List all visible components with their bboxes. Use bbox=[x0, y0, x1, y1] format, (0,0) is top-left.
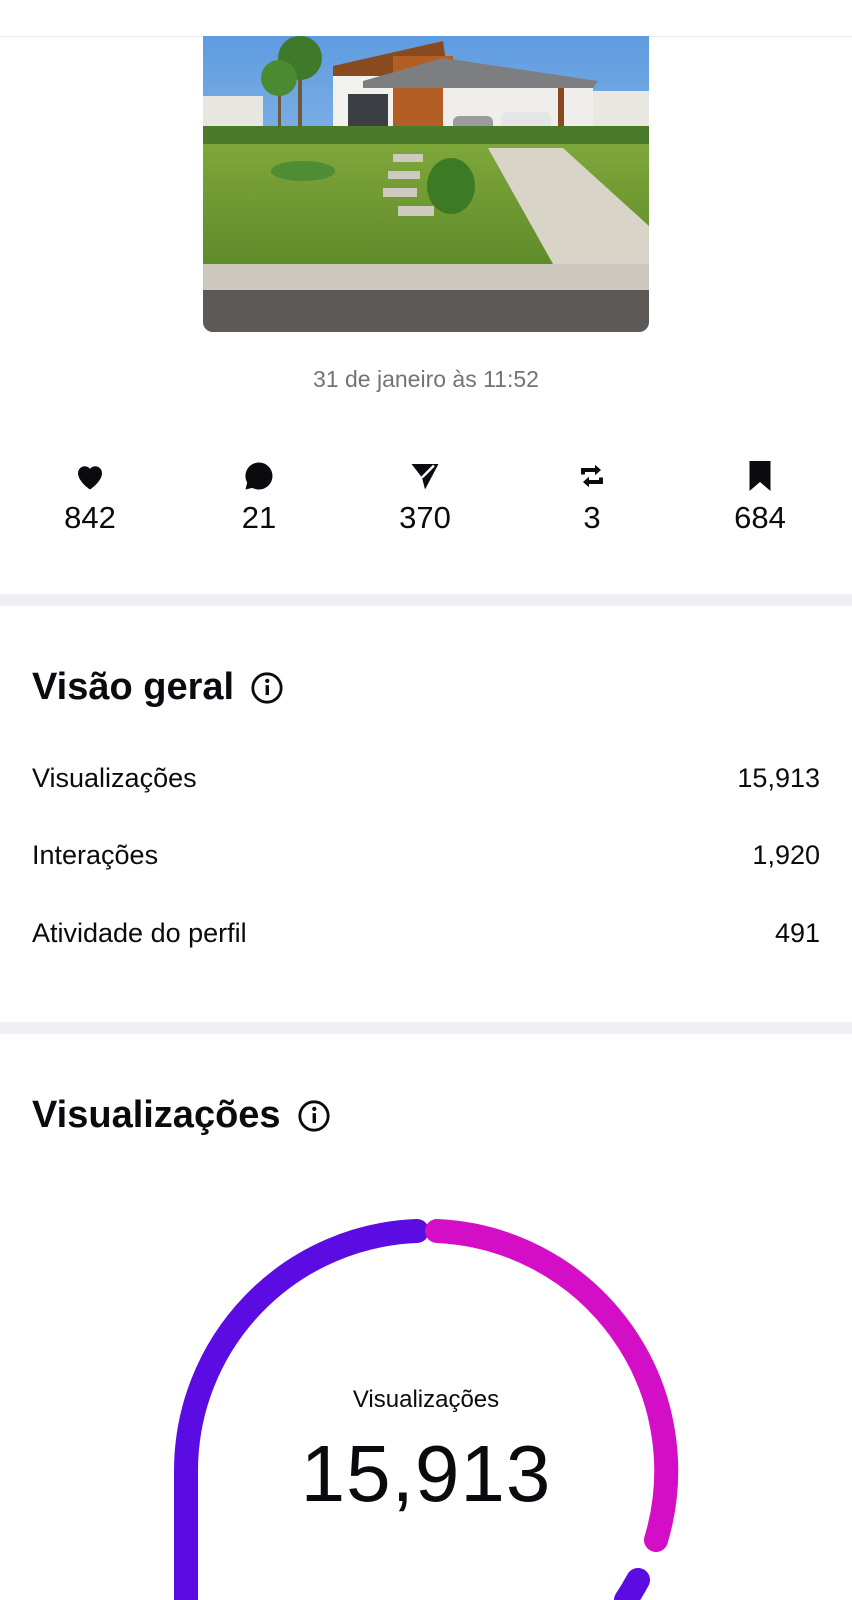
reposts-stat[interactable]: 3 bbox=[527, 458, 657, 536]
overview-section-title: Visão geral bbox=[32, 666, 284, 709]
likes-count: 842 bbox=[64, 500, 116, 535]
overview-row-interactions[interactable]: Interações 1,920 bbox=[32, 840, 820, 871]
overview-row-profile-activity[interactable]: Atividade do perfil 491 bbox=[32, 918, 820, 949]
overview-title: Visão geral bbox=[32, 666, 235, 708]
info-icon[interactable] bbox=[250, 671, 284, 705]
heart-icon bbox=[78, 466, 102, 490]
saves-count: 684 bbox=[734, 500, 786, 535]
repost-icon bbox=[581, 464, 603, 488]
shares-stat[interactable]: 370 bbox=[360, 458, 490, 536]
donut-segment-primary bbox=[174, 1219, 429, 1600]
donut-center-value: 15,913 bbox=[300, 1429, 552, 1518]
bookmark-icon bbox=[749, 461, 771, 491]
post-timestamp: 31 de janeiro às 11:52 bbox=[313, 366, 539, 392]
overview-row-label: Atividade do perfil bbox=[32, 918, 247, 948]
overview-row-value: 15,913 bbox=[737, 763, 820, 793]
overview-row-label: Visualizações bbox=[32, 763, 197, 793]
overview-row-value: 491 bbox=[774, 918, 820, 948]
section-divider bbox=[0, 1022, 852, 1034]
comment-icon bbox=[245, 462, 273, 490]
overview-row-label: Interações bbox=[32, 840, 159, 870]
donut-center-label: Visualizações bbox=[352, 1386, 500, 1413]
info-icon[interactable] bbox=[297, 1099, 331, 1133]
likes-stat[interactable]: 842 bbox=[25, 458, 155, 536]
engagement-stats: 842 21 370 3 684 bbox=[0, 458, 852, 548]
overview-row-value: 1,920 bbox=[752, 840, 820, 870]
top-bar bbox=[0, 0, 852, 37]
views-title: Visualizações bbox=[32, 1094, 281, 1136]
views-section-title: Visualizações bbox=[32, 1094, 331, 1137]
saves-stat[interactable]: 684 bbox=[695, 458, 825, 536]
share-icon bbox=[411, 464, 439, 490]
shares-count: 370 bbox=[399, 500, 451, 535]
comments-count: 21 bbox=[241, 500, 277, 535]
post-image[interactable] bbox=[203, 36, 649, 332]
comments-stat[interactable]: 21 bbox=[194, 458, 324, 536]
section-divider bbox=[0, 594, 852, 606]
donut-segment-primary-end bbox=[614, 1568, 650, 1600]
reposts-count: 3 bbox=[583, 500, 601, 535]
overview-row-views[interactable]: Visualizações 15,913 bbox=[32, 763, 820, 794]
